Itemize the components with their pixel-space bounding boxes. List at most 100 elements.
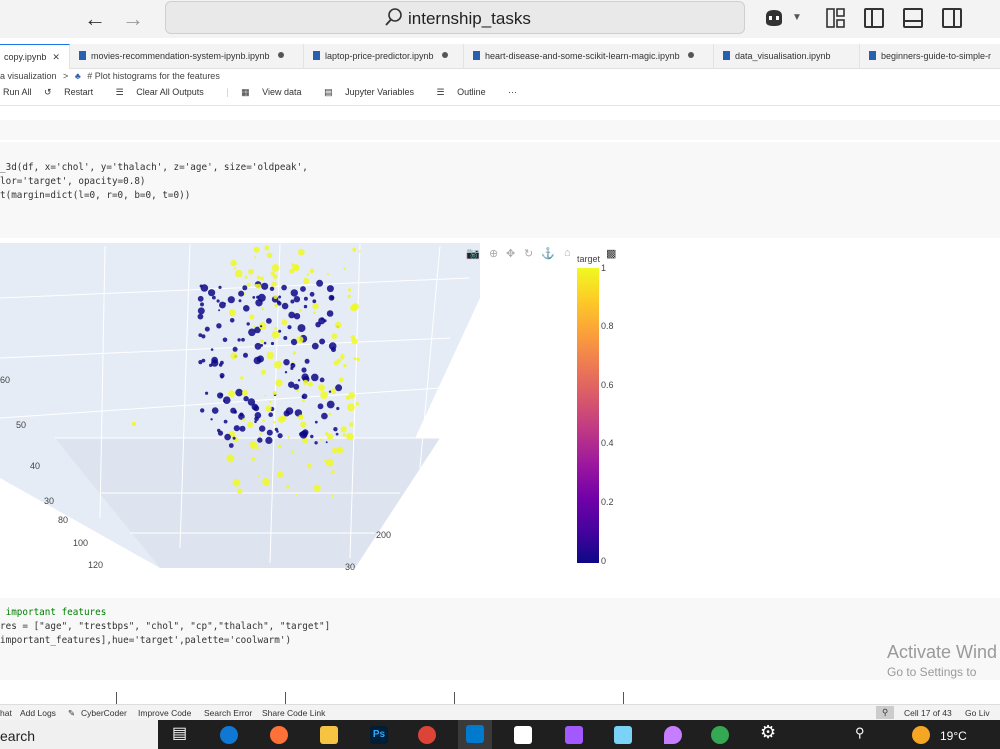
scatter-point[interactable]	[353, 357, 357, 361]
view-data-button[interactable]: ▦ View data	[241, 87, 311, 97]
scatter-point[interactable]	[238, 290, 245, 297]
scatter-point[interactable]	[323, 319, 327, 323]
scatter-point[interactable]	[318, 384, 325, 392]
scatter-point[interactable]	[291, 450, 295, 454]
tab-heart-disease[interactable]: heart-disease-and-some-scikit-learn-magi…	[464, 44, 714, 69]
scatter-point[interactable]	[255, 299, 263, 307]
scatter-point[interactable]	[258, 322, 267, 330]
scatter-point[interactable]	[230, 352, 238, 360]
scatter-point[interactable]	[331, 470, 335, 474]
scatter-point[interactable]	[309, 268, 315, 274]
scatter-point[interactable]	[222, 337, 228, 343]
scatter-point[interactable]	[281, 302, 289, 310]
scatter-point[interactable]	[260, 325, 263, 328]
scatter-point[interactable]	[303, 379, 309, 385]
scatter-point[interactable]	[291, 263, 295, 266]
scatter-point[interactable]	[319, 438, 323, 441]
file-explorer-icon[interactable]	[320, 726, 338, 744]
scatter-point[interactable]	[340, 353, 345, 359]
scatter-point[interactable]	[309, 291, 315, 297]
scatter-point[interactable]	[323, 459, 326, 462]
scatter-point[interactable]	[217, 428, 221, 433]
scatter-point[interactable]	[311, 342, 319, 350]
scatter-point[interactable]	[197, 313, 204, 320]
plot-output[interactable]: 60 50 40 30 80 100 120 200 30	[0, 238, 1000, 598]
scatter-point[interactable]	[303, 277, 310, 285]
scatter-point[interactable]	[216, 299, 220, 303]
scatter-point[interactable]	[319, 338, 326, 345]
scatter-point[interactable]	[312, 303, 319, 310]
chrome-icon[interactable]	[418, 726, 436, 744]
scatter-point[interactable]	[251, 441, 254, 445]
scatter-point[interactable]	[218, 285, 222, 289]
scatter-point[interactable]	[319, 377, 325, 383]
scatter-point[interactable]	[277, 471, 284, 478]
scatter-point[interactable]	[204, 326, 210, 332]
scatter-point[interactable]	[343, 364, 347, 368]
scatter-point[interactable]	[266, 252, 273, 259]
scatter-point[interactable]	[246, 322, 250, 326]
scatter-point[interactable]	[297, 324, 306, 333]
scatter-point[interactable]	[293, 296, 301, 303]
scatter-point[interactable]	[290, 299, 295, 304]
scatter-point[interactable]	[347, 403, 355, 412]
toggle-secondary-sidebar-icon[interactable]	[942, 8, 962, 28]
scatter-point[interactable]	[247, 421, 254, 428]
scatter-point[interactable]	[223, 302, 226, 305]
share-code-link-button[interactable]: Share Code Link	[262, 708, 325, 718]
scatter-point[interactable]	[334, 321, 342, 329]
tab-beginners-guide[interactable]: beginners-guide-to-simple-r	[860, 44, 1000, 69]
tab-movies-recommendation[interactable]: movies-recommendation-system-ipynb.ipynb	[70, 44, 304, 69]
edge-icon[interactable]	[220, 726, 238, 744]
scatter-point[interactable]	[228, 309, 236, 317]
scatter-point[interactable]	[242, 418, 246, 422]
scatter-point[interactable]	[257, 437, 263, 443]
scatter-point[interactable]	[316, 279, 324, 287]
scatter-point[interactable]	[248, 328, 256, 337]
scatter-point[interactable]	[310, 434, 314, 439]
scatter-point[interactable]	[321, 317, 324, 321]
scatter-point[interactable]	[312, 299, 317, 304]
scatter-point[interactable]	[290, 338, 298, 346]
scatter-point[interactable]	[212, 295, 216, 300]
scatter-point[interactable]	[239, 425, 246, 432]
scatter-point[interactable]	[313, 311, 316, 314]
scatter-point[interactable]	[283, 336, 288, 340]
scatter-point[interactable]	[326, 310, 334, 317]
scatter-point[interactable]	[274, 360, 282, 369]
scatter-point[interactable]	[218, 363, 223, 367]
scatter-point[interactable]	[281, 319, 288, 326]
notepad-icon[interactable]	[614, 726, 632, 744]
back-arrow-icon[interactable]: ←	[84, 6, 106, 32]
scatter-point[interactable]	[227, 296, 235, 304]
scatter-point[interactable]	[254, 283, 258, 287]
vscode-active-bg[interactable]	[458, 720, 492, 749]
scatter-point[interactable]	[298, 414, 304, 420]
scatter-point[interactable]	[226, 454, 235, 463]
scatter-point[interactable]	[352, 247, 357, 252]
scatter-point[interactable]	[269, 400, 272, 404]
scatter-point[interactable]	[314, 441, 318, 445]
scatter-point[interactable]	[264, 394, 267, 397]
scatter-point[interactable]	[321, 412, 328, 420]
scatter-point[interactable]	[274, 427, 279, 432]
scatter-point[interactable]	[347, 294, 351, 299]
breadcrumb-item[interactable]: # Plot histograms for the features	[87, 71, 220, 81]
scatter-point[interactable]	[320, 391, 328, 399]
scatter-point[interactable]	[331, 347, 336, 353]
copilot-icon[interactable]	[763, 8, 785, 28]
scatter-point[interactable]	[249, 441, 258, 449]
scatter-point[interactable]	[262, 419, 265, 422]
turntable-icon[interactable]: ⚓	[541, 247, 555, 260]
scatter-point[interactable]	[247, 398, 256, 406]
scatter-point[interactable]	[235, 388, 243, 397]
scatter-point[interactable]	[330, 388, 337, 394]
scatter-point[interactable]	[271, 264, 280, 272]
scatter-point[interactable]	[326, 285, 334, 293]
scatter-point[interactable]	[228, 443, 234, 448]
scatter-point[interactable]	[256, 275, 261, 280]
command-center-search[interactable]: internship_tasks	[165, 1, 745, 34]
scatter-point[interactable]	[274, 326, 278, 330]
search-error-button[interactable]: Search Error	[204, 708, 252, 718]
scatter-point[interactable]	[308, 381, 313, 387]
